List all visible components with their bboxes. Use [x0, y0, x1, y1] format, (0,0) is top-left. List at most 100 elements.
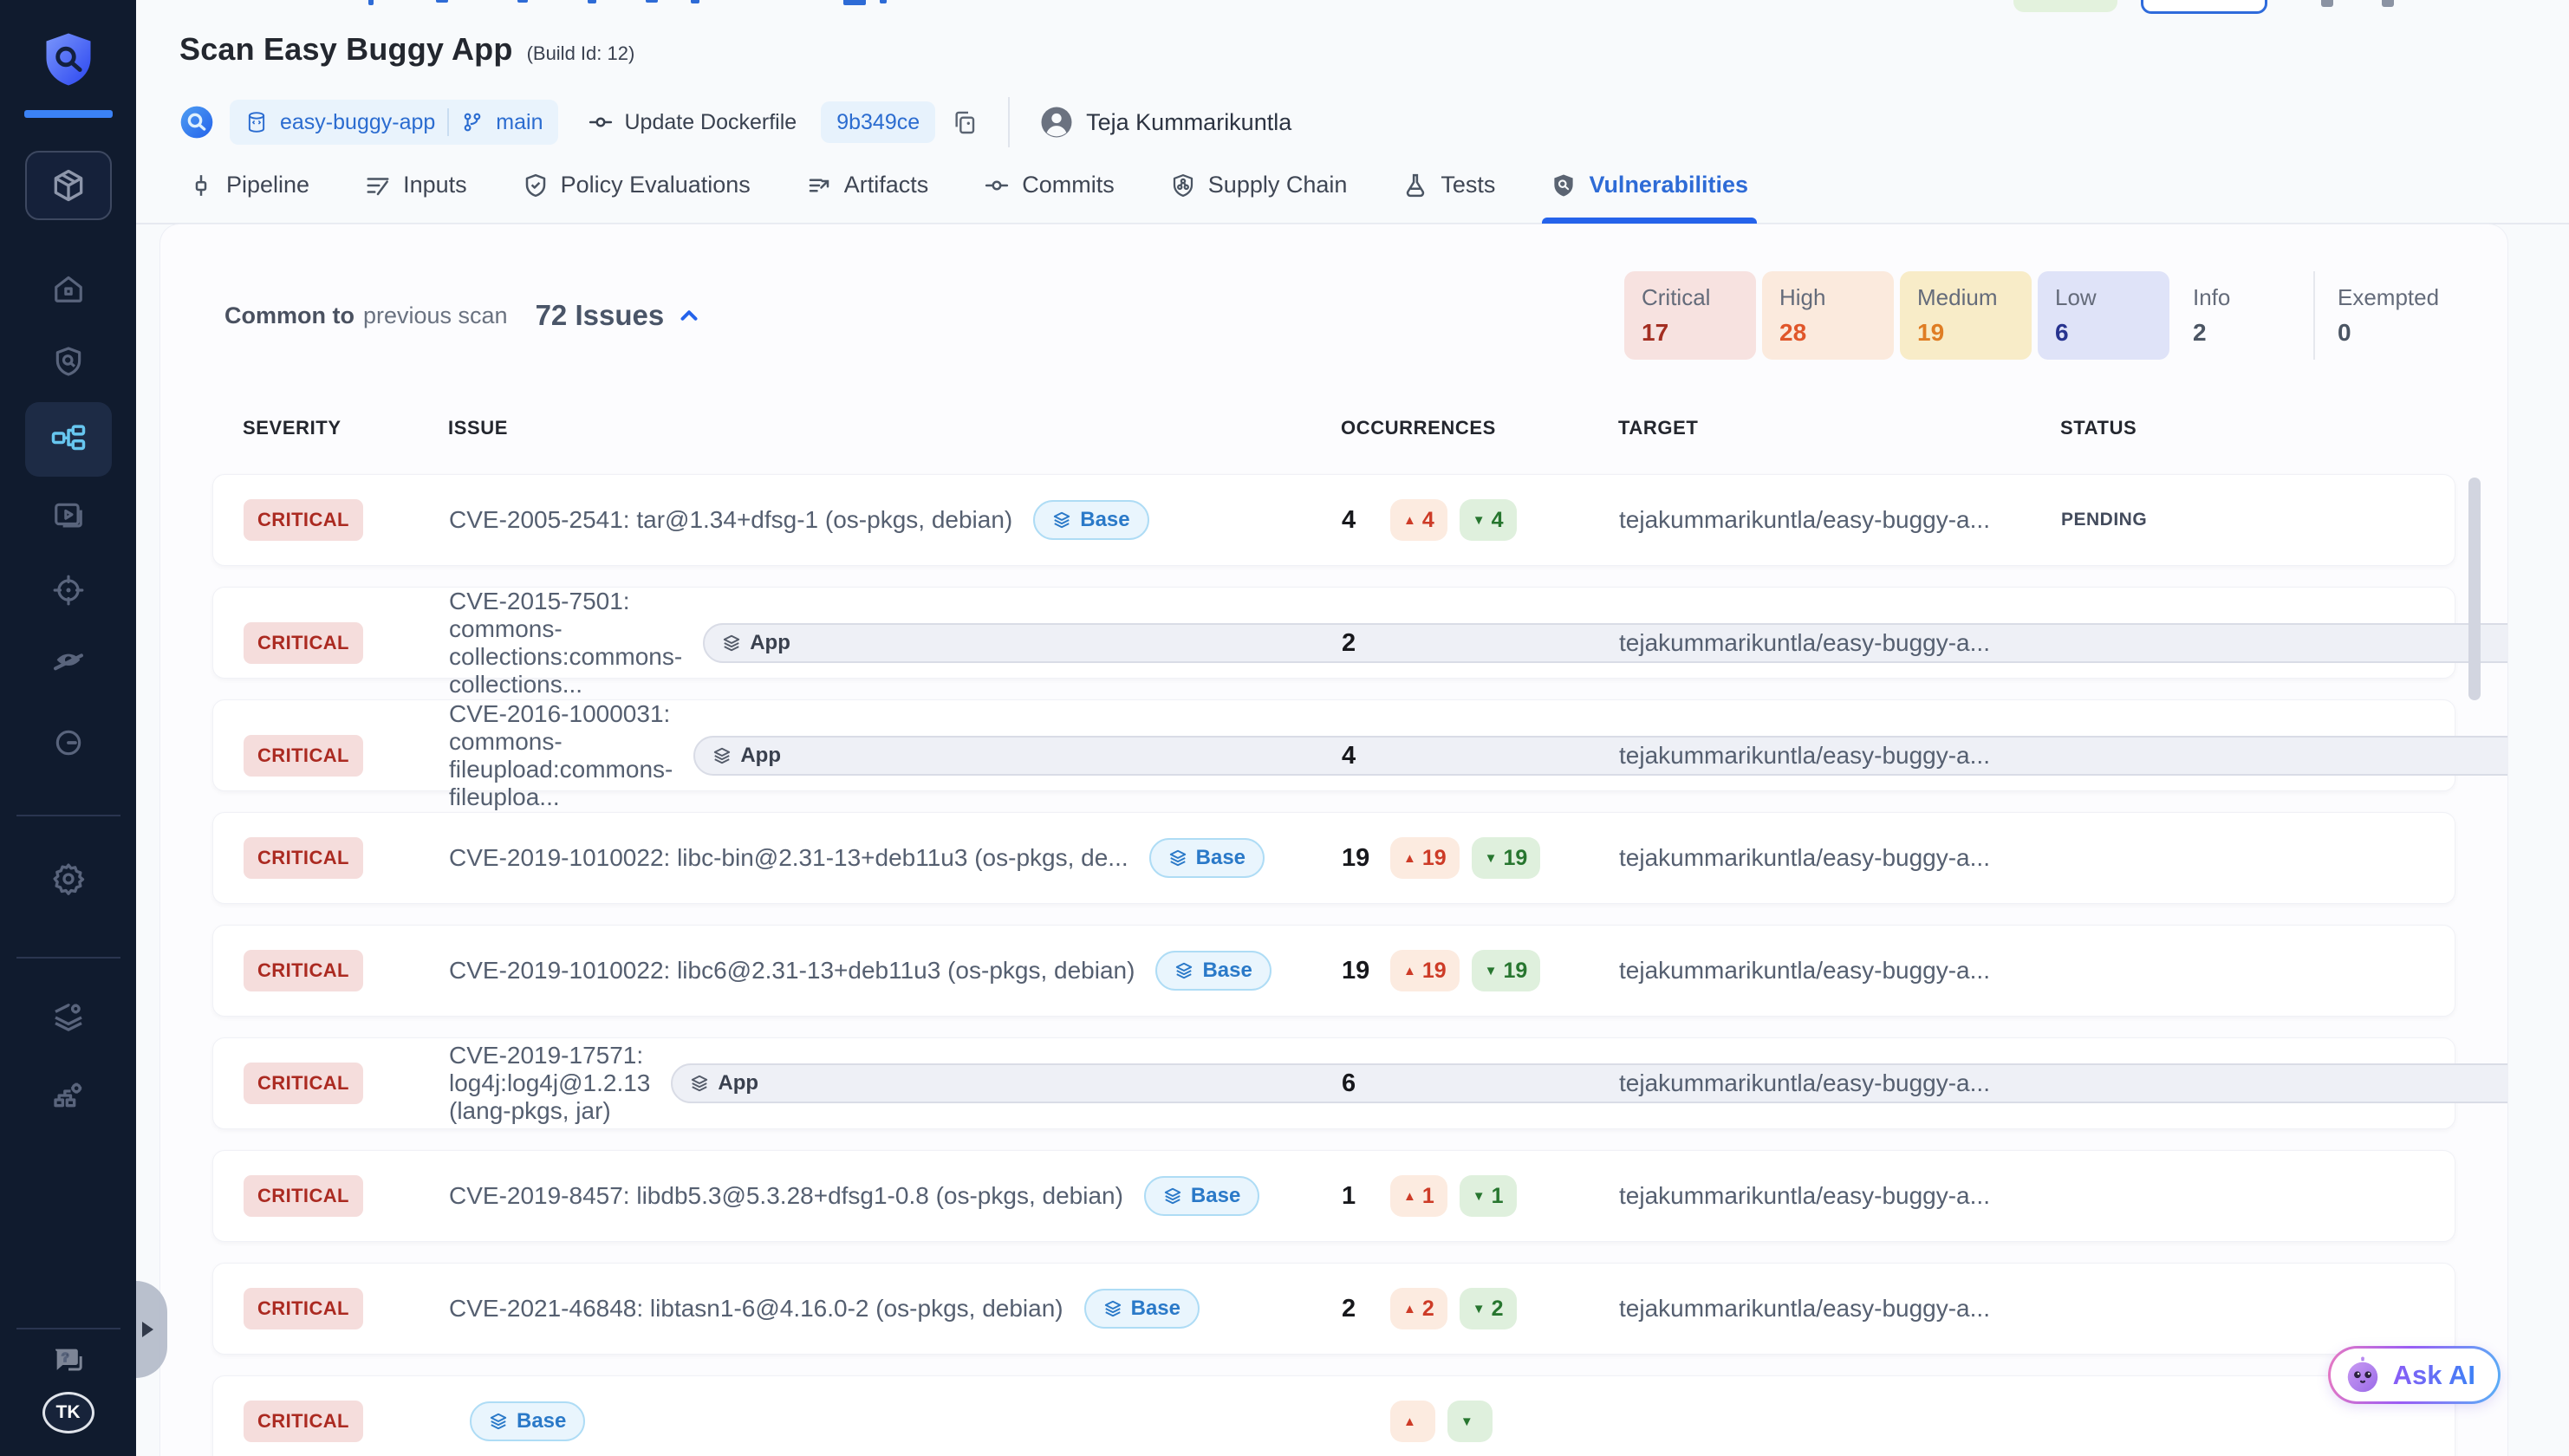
- layers-icon: [1163, 1186, 1182, 1206]
- svg-text:?: ?: [61, 1350, 68, 1365]
- summary-bar: Common to previous scan 72 Issues Critic…: [160, 224, 2507, 360]
- triangle-down-icon: ▼: [1473, 513, 1486, 528]
- copy-icon[interactable]: [951, 107, 979, 137]
- tab-label: Commits: [1022, 172, 1115, 198]
- play-square-icon: [52, 499, 85, 532]
- tab-label: Artifacts: [844, 172, 929, 198]
- severity-label: High: [1779, 284, 1894, 311]
- stage-label: Base: [1202, 959, 1252, 983]
- issues-summary-toggle[interactable]: Common to previous scan 72 Issues: [224, 299, 702, 332]
- tab-pipeline[interactable]: Pipeline: [188, 172, 309, 223]
- vulnerability-row[interactable]: CRITICAL CVE-2019-1010022: libc-bin@2.31…: [212, 812, 2455, 904]
- sidebar-item-home[interactable]: [52, 272, 85, 305]
- vulnerability-row[interactable]: CRITICAL CVE-2019-1010022: libc6@2.31-13…: [212, 925, 2455, 1017]
- repo-branch-pill[interactable]: easy-buggy-app main: [230, 100, 558, 145]
- sidebar-divider: [16, 957, 120, 959]
- severity-filter-card[interactable]: Info 2: [2176, 271, 2307, 360]
- sidebar-divider: [16, 1328, 120, 1329]
- stage-badge: Base: [1033, 500, 1148, 540]
- commit-sha-badge[interactable]: 9b349ce: [821, 101, 935, 143]
- delta-down-count: 4: [1492, 508, 1504, 533]
- severity-filter-card[interactable]: Critical 17: [1624, 271, 1756, 360]
- delta-up-count: 19: [1422, 846, 1447, 871]
- target-cell: tejakummarikuntla/easy-buggy-a...: [1619, 1295, 2061, 1323]
- delta-down-count: 19: [1504, 959, 1528, 984]
- pill-separator: [447, 108, 449, 136]
- severity-label: Exempted: [2338, 284, 2445, 311]
- severity-count: 2: [2193, 319, 2307, 347]
- crosshair-icon: [52, 574, 85, 607]
- vertical-divider: [1008, 97, 1010, 147]
- layers-icon: [690, 1074, 709, 1093]
- severity-badge: CRITICAL: [244, 622, 363, 664]
- cutoff-button-outline[interactable]: [2141, 0, 2267, 14]
- cutoff-mark: [646, 0, 658, 3]
- sidebar-item-targets[interactable]: [52, 574, 85, 607]
- vulnerability-row[interactable]: CRITICAL CVE-2019-17571: log4j:log4j@1.2…: [212, 1037, 2455, 1129]
- git-branch-icon: [461, 111, 484, 133]
- workspace-cube-button[interactable]: [25, 151, 112, 220]
- triangle-down-icon: ▼: [1460, 1414, 1473, 1429]
- scrollbar-thumb[interactable]: [2468, 478, 2481, 700]
- sidebar-item-pipelines-active[interactable]: [25, 402, 112, 477]
- tab-policy-evaluations[interactable]: Policy Evaluations: [523, 172, 751, 223]
- tab-artifacts[interactable]: Artifacts: [806, 172, 929, 223]
- sidebar-item-integrations[interactable]: [51, 1000, 86, 1035]
- cutoff-mark: [436, 0, 448, 3]
- sidebar-item-help[interactable]: ?: [50, 1343, 87, 1378]
- registry-icon: [179, 105, 214, 140]
- git-commit-icon: [984, 172, 1010, 198]
- triangle-up-icon: ▲: [1403, 851, 1416, 866]
- triangle-down-icon: ▼: [1473, 1189, 1486, 1204]
- col-issue: ISSUE: [448, 417, 1341, 439]
- severity-filter-card[interactable]: High 28: [1762, 271, 1894, 360]
- vulnerability-row[interactable]: CRITICAL CVE-2016-1000031: commons-fileu…: [212, 699, 2455, 791]
- chevron-up-icon[interactable]: [676, 302, 702, 328]
- issue-cell: CVE-2019-1010022: libc6@2.31-13+deb11u3 …: [449, 951, 1342, 991]
- cutoff-icon[interactable]: [2321, 0, 2333, 7]
- ask-ai-button[interactable]: Ask AI: [2328, 1346, 2501, 1404]
- user-avatar[interactable]: TK: [42, 1392, 94, 1433]
- delta-up-badge: ▲2: [1390, 1288, 1447, 1329]
- delta-up-badge: ▲4: [1390, 499, 1447, 541]
- severity-badge: CRITICAL: [244, 1401, 363, 1442]
- sidebar-item-runs[interactable]: [52, 499, 85, 532]
- cutoff-button-green[interactable]: [2013, 0, 2117, 12]
- sidebar-item-sessions[interactable]: [52, 726, 85, 759]
- vulnerability-row[interactable]: CRITICAL CVE-2019-8457: libdb5.3@5.3.28+…: [212, 1150, 2455, 1242]
- tab-commits[interactable]: Commits: [984, 172, 1115, 223]
- severity-filter-card[interactable]: Medium 19: [1900, 271, 2032, 360]
- severity-filter-card[interactable]: Exempted 0: [2313, 271, 2445, 360]
- triangle-down-icon: ▼: [1485, 964, 1498, 978]
- sidebar-item-settings[interactable]: [51, 861, 86, 896]
- severity-cell: CRITICAL: [244, 837, 449, 879]
- vulnerability-row[interactable]: CRITICAL CVE-2015-7501: commons-collecti…: [212, 587, 2455, 679]
- severity-badge: CRITICAL: [244, 1288, 363, 1329]
- tab-vulnerabilities[interactable]: Vulnerabilities: [1551, 172, 1748, 223]
- vulnerabilities-panel: Common to previous scan 72 Issues Critic…: [160, 224, 2507, 1456]
- stage-label: App: [718, 1071, 758, 1095]
- occurrences-count: 2: [1342, 629, 1378, 658]
- tab-tests[interactable]: Tests: [1402, 172, 1495, 223]
- occurrences-cell: 4: [1342, 742, 1619, 770]
- sidebar-item-scans[interactable]: [52, 345, 85, 378]
- sidebar-item-infrastructure[interactable]: [50, 1078, 87, 1113]
- cutoff-icon[interactable]: [2382, 0, 2394, 7]
- col-target: TARGET: [1618, 417, 2060, 439]
- vulnerability-row[interactable]: CRITICAL Base: [212, 1375, 2455, 1456]
- severity-count: 19: [1917, 319, 2032, 347]
- issues-count-label: 72 Issues: [536, 299, 665, 332]
- tab-label: Tests: [1441, 172, 1495, 198]
- severity-filter-card[interactable]: Low 6: [2038, 271, 2169, 360]
- delta-down-badge: ▼: [1447, 1401, 1493, 1442]
- build-id-label: (Build Id: 12): [527, 42, 635, 65]
- target-cell: tejakummarikuntla/easy-buggy-a...: [1619, 506, 2061, 534]
- avatar-initials: TK: [56, 1402, 81, 1423]
- sidebar-item-hidden-findings[interactable]: [51, 648, 86, 683]
- vulnerability-row[interactable]: CRITICAL CVE-2005-2541: tar@1.34+dfsg-1 …: [212, 474, 2455, 566]
- occurrences-count: 4: [1342, 742, 1378, 770]
- tab-supply-chain[interactable]: Supply Chain: [1170, 172, 1348, 223]
- issue-cell: CVE-2015-7501: commons-collections:commo…: [449, 588, 1342, 699]
- tab-inputs[interactable]: Inputs: [365, 172, 467, 223]
- vulnerability-row[interactable]: CRITICAL CVE-2021-46848: libtasn1-6@4.16…: [212, 1263, 2455, 1355]
